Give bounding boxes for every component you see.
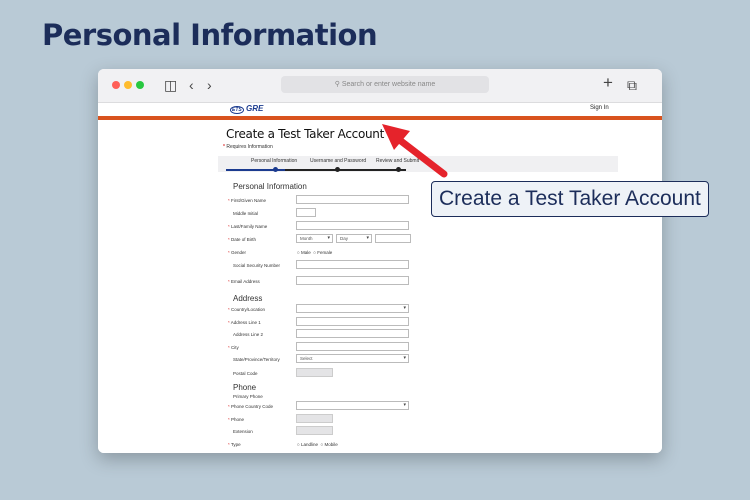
last-name-label: * Last/Family Name <box>228 224 268 229</box>
dob-year-field[interactable] <box>375 234 411 243</box>
type-mobile-radio[interactable]: ○ Mobile <box>321 442 338 447</box>
extension-label: Extension <box>233 429 253 434</box>
logo-text: GRE <box>245 104 264 113</box>
page-heading: Personal Information <box>42 18 378 52</box>
phone-field[interactable] <box>296 414 333 423</box>
browser-toolbar: ◫ ‹ › ⚲ Search or enter website name + ⧉ <box>98 69 662 103</box>
step-personal-information[interactable]: Personal Information <box>251 158 297 164</box>
address1-label-text: Address Line 1 <box>230 320 261 325</box>
extension-field[interactable] <box>296 426 333 435</box>
gender-label: * Gender <box>228 250 247 255</box>
dob-month-select[interactable]: Month ▾ <box>296 234 333 243</box>
chevron-down-icon: ▾ <box>327 235 330 241</box>
postal-field[interactable] <box>296 368 333 377</box>
gre-logo[interactable]: ETS GRE <box>230 104 264 114</box>
first-name-label: * First/Given Name <box>228 198 267 203</box>
dob-day-value: Day <box>340 236 349 241</box>
section-address: Address <box>233 294 263 303</box>
back-icon[interactable]: ‹ <box>189 77 194 93</box>
first-name-label-text: First/Given Name <box>231 198 267 203</box>
close-window-icon[interactable] <box>112 81 120 89</box>
middle-initial-label: Middle Initial <box>233 211 259 216</box>
phone-country-label-text: Phone Country Code <box>231 404 274 409</box>
section-phone: Phone <box>233 383 257 392</box>
gender-female-label: Female <box>317 250 333 255</box>
email-field[interactable] <box>296 276 409 285</box>
sign-in-link[interactable]: Sign In <box>590 105 609 111</box>
middle-initial-field[interactable] <box>296 208 316 217</box>
postal-label: Postal Code <box>233 371 258 376</box>
city-label: * City <box>228 345 239 350</box>
email-label-text: Email Address <box>231 279 260 284</box>
type-mobile-label: Mobile <box>324 442 338 447</box>
address-bar-placeholder: Search or enter website name <box>341 81 436 88</box>
chevron-down-icon: ▾ <box>403 305 406 311</box>
address2-label: Address Line 2 <box>233 332 264 337</box>
web-page: ETS GRE Sign In Create a Test Taker Acco… <box>98 103 662 453</box>
ssn-field[interactable] <box>296 260 409 269</box>
new-tab-icon[interactable]: + <box>603 74 613 91</box>
address-bar[interactable]: ⚲ Search or enter website name <box>281 76 489 93</box>
phone-label-text: Phone <box>231 417 245 422</box>
state-label: State/Province/Territory <box>233 357 280 362</box>
progress-steps: Personal Information Username and Passwo… <box>218 156 618 172</box>
country-select[interactable]: ▾ <box>296 304 409 313</box>
step-review-submit[interactable]: Review and Submit <box>376 158 419 164</box>
dob-month-value: Month <box>300 236 313 241</box>
dob-label: * Date of Birth <box>228 237 257 242</box>
gender-male-radio[interactable]: ○ Male <box>297 250 311 255</box>
callout-label: Create a Test Taker Account <box>431 181 709 217</box>
last-name-field[interactable] <box>296 221 409 230</box>
first-name-field[interactable] <box>296 195 409 204</box>
state-value: Select <box>300 356 313 361</box>
section-personal: Personal Information <box>233 182 307 191</box>
minimize-window-icon[interactable] <box>124 81 132 89</box>
country-label-text: Country/Location <box>231 307 266 312</box>
type-radio-group: ○ Landline ○ Mobile <box>297 442 338 447</box>
gender-male-label: Male <box>300 250 311 255</box>
header-accent-bar <box>98 116 662 120</box>
maximize-window-icon[interactable] <box>136 81 144 89</box>
chevron-down-icon: ▾ <box>403 402 406 408</box>
browser-window: ◫ ‹ › ⚲ Search or enter website name + ⧉… <box>98 69 662 453</box>
tabs-overview-icon[interactable]: ⧉ <box>627 77 637 93</box>
phone-label: * Phone <box>228 417 245 422</box>
chevron-down-icon: ▾ <box>366 235 369 241</box>
required-note-text: Requires Information <box>226 144 273 150</box>
address1-label: * Address Line 1 <box>228 320 261 325</box>
gender-label-text: Gender <box>231 250 247 255</box>
step-dot-1 <box>273 167 278 172</box>
address1-field[interactable] <box>296 317 409 326</box>
state-select[interactable]: Select ▾ <box>296 354 409 363</box>
email-label: * Email Address <box>228 279 260 284</box>
gender-radio-group: ○ Male ○ Female <box>297 250 332 255</box>
ssn-label: Social Security Number <box>233 263 281 268</box>
type-landline-radio[interactable]: ○ Landline <box>297 442 318 447</box>
step-dot-2 <box>335 167 340 172</box>
type-label-text: Type <box>230 442 241 447</box>
sidebar-icon[interactable]: ◫ <box>164 77 177 93</box>
address2-field[interactable] <box>296 329 409 338</box>
chevron-down-icon: ▾ <box>403 355 406 361</box>
city-field[interactable] <box>296 342 409 351</box>
gender-female-radio[interactable]: ○ Female <box>313 250 332 255</box>
form-title: Create a Test Taker Account <box>226 127 385 141</box>
city-label-text: City <box>231 345 239 350</box>
required-note: * Requires Information <box>223 144 273 150</box>
phone-country-label: * Phone Country Code <box>228 404 274 409</box>
search-icon: ⚲ <box>334 81 340 88</box>
last-name-label-text: Last/Family Name <box>231 224 268 229</box>
logo-prefix: ETS <box>230 106 244 114</box>
dob-day-select[interactable]: Day ▾ <box>336 234 372 243</box>
type-landline-label: Landline <box>300 442 318 447</box>
step-dot-3 <box>396 167 401 172</box>
phone-country-select[interactable]: ▾ <box>296 401 409 410</box>
forward-icon[interactable]: › <box>207 77 212 93</box>
dob-label-text: Date of Birth <box>231 237 257 242</box>
country-label: * Country/Location <box>228 307 266 312</box>
step-username-password[interactable]: Username and Password <box>310 158 366 164</box>
type-label: * Type <box>228 442 241 447</box>
primary-phone-label: Primary Phone <box>233 394 263 399</box>
